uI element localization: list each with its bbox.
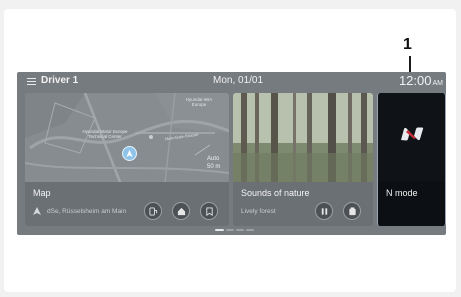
home-screen: Driver 1 Mon, 01/01 12:00AM Hyundai Moto… [17, 72, 446, 235]
n-logo-icon [401, 127, 424, 141]
status-bar: Driver 1 Mon, 01/01 12:00AM [17, 72, 446, 91]
sounds-of-nature-widget[interactable]: Sounds of nature Lively forest [233, 93, 373, 226]
home-icon [177, 207, 186, 216]
zoom-mode[interactable]: Auto [207, 156, 219, 162]
navigation-icon [33, 207, 41, 215]
map-title: Map [33, 188, 51, 198]
page-indicator-active[interactable] [215, 229, 224, 231]
driver-profile[interactable]: Driver 1 [41, 75, 78, 86]
poi-label: Hyundai-WIA Europe [185, 97, 213, 107]
ev-charging-button[interactable] [144, 202, 162, 220]
clock-time: 12:00 [398, 73, 432, 88]
sound-list-icon [349, 207, 356, 216]
forest-image [233, 93, 373, 182]
bookmark-button[interactable] [200, 202, 218, 220]
current-location-marker [122, 146, 137, 161]
scale-distance: 50 m [207, 164, 221, 170]
map-address: dSe, Rüsselsheim am Main [47, 208, 127, 215]
home-button[interactable] [172, 202, 190, 220]
clock-ampm: AM [432, 80, 444, 87]
bookmark-icon [206, 207, 213, 216]
n-mode-footer: N mode [378, 182, 445, 226]
map-widget[interactable]: Hyundai Motor Europe Technical Center Hy… [25, 93, 229, 226]
ev-charging-icon [149, 207, 158, 216]
page-indicator-dot[interactable] [226, 229, 234, 231]
page-indicator-dot[interactable] [246, 229, 254, 231]
nature-title: Sounds of nature [241, 188, 310, 198]
menu-icon[interactable] [27, 78, 36, 85]
sound-list-button[interactable] [343, 202, 361, 220]
navigation-arrow-icon [125, 149, 133, 157]
clock: 12:00AM [399, 73, 443, 88]
nature-footer: Sounds of nature Lively forest [233, 182, 373, 226]
n-mode-widget[interactable]: N mode [377, 93, 446, 226]
date-display: Mon, 01/01 [213, 75, 264, 86]
callout-number: 1 [403, 36, 412, 53]
pause-icon [321, 208, 328, 215]
map-footer: Map dSe, Rüsselsheim am Main [25, 182, 229, 226]
n-mode-title: N mode [386, 188, 418, 198]
nature-subtitle: Lively forest [241, 208, 276, 215]
page-indicator-dot[interactable] [236, 229, 244, 231]
page-indicator[interactable] [215, 229, 255, 232]
pause-button[interactable] [315, 202, 333, 220]
poi-label: Hyundai Motor Europe Technical Center [82, 129, 128, 139]
